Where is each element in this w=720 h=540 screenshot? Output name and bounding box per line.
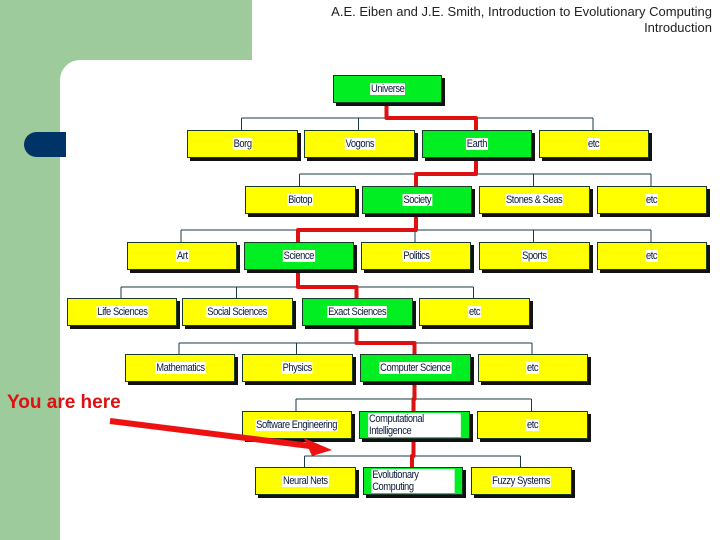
arrow-head — [304, 438, 332, 456]
you-are-here-arrow — [109, 418, 332, 456]
arrow-shaft — [109, 418, 319, 450]
